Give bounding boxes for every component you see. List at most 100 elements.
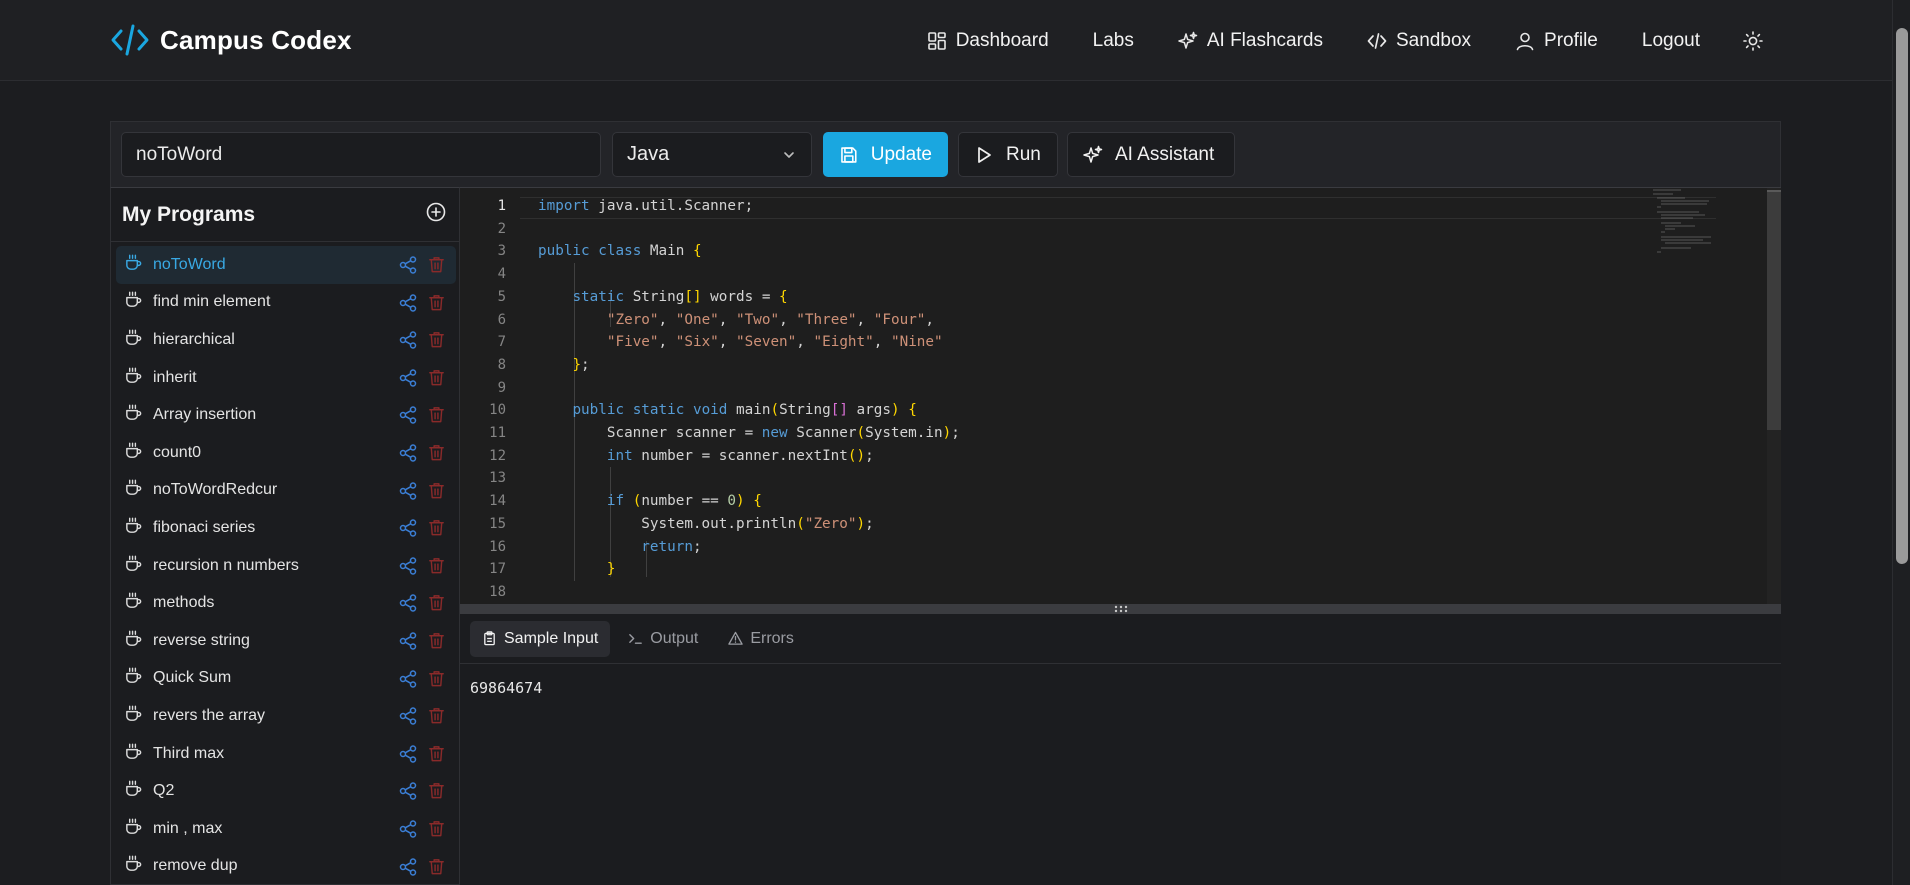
share-icon[interactable] [398, 368, 418, 388]
main-nav: Dashboard Labs AI Flashcards Sandbox Pro… [883, 24, 1764, 58]
share-icon[interactable] [398, 669, 418, 689]
share-icon[interactable] [398, 330, 418, 350]
program-item[interactable]: count0 [116, 434, 456, 472]
dashboard-icon [927, 32, 946, 50]
nav-ai-flashcards[interactable]: AI Flashcards [1178, 24, 1323, 58]
share-icon[interactable] [398, 443, 418, 463]
editor-toolbar: Java Update Run [110, 121, 1781, 187]
update-button[interactable]: Update [823, 132, 948, 177]
trash-icon[interactable] [427, 857, 446, 876]
trash-icon[interactable] [427, 819, 446, 838]
share-icon[interactable] [398, 405, 418, 425]
program-item[interactable]: Array insertion [116, 396, 456, 434]
program-item[interactable]: fibonaci series [116, 509, 456, 547]
program-item[interactable]: revers the array [116, 697, 456, 735]
program-item[interactable]: hierarchical [116, 321, 456, 359]
trash-icon[interactable] [427, 368, 446, 387]
share-icon[interactable] [398, 781, 418, 801]
programs-sidebar: My Programs noToWord find min element hier… [110, 187, 460, 885]
language-select[interactable]: Java [612, 132, 812, 177]
trash-icon[interactable] [427, 481, 446, 500]
nav-logout[interactable]: Logout [1642, 24, 1700, 58]
share-icon[interactable] [398, 481, 418, 501]
trash-icon[interactable] [427, 255, 446, 274]
tab-sample-input[interactable]: Sample Input [470, 620, 611, 657]
program-item[interactable]: inherit [116, 359, 456, 397]
program-item[interactable]: Q2 [116, 772, 456, 810]
run-button[interactable]: Run [958, 132, 1058, 177]
tab-errors[interactable]: Errors [716, 621, 806, 657]
panel-resize-handle[interactable] [460, 604, 1781, 614]
trash-icon[interactable] [427, 518, 446, 537]
code-line: Scanner scanner = new Scanner(System.in)… [538, 425, 960, 441]
share-icon[interactable] [398, 706, 418, 726]
io-tabs: Sample Input Output Errors [460, 614, 1781, 664]
editor-scrollbar-thumb[interactable] [1767, 190, 1781, 430]
share-icon[interactable] [398, 744, 418, 764]
trash-icon[interactable] [427, 706, 446, 725]
nav-dashboard[interactable]: Dashboard [927, 24, 1049, 58]
share-icon[interactable] [398, 819, 418, 839]
trash-icon[interactable] [427, 631, 446, 650]
program-item[interactable]: Third max [116, 735, 456, 773]
trash-icon[interactable] [427, 293, 446, 312]
coffee-cup-icon [124, 403, 143, 427]
nav-sandbox[interactable]: Sandbox [1367, 24, 1471, 58]
nav-labs[interactable]: Labs [1093, 24, 1134, 58]
program-item[interactable]: noToWordRedcur [116, 472, 456, 510]
program-item-label: Q2 [153, 782, 175, 800]
trash-icon[interactable] [427, 593, 446, 612]
sample-input-text[interactable]: 69864674 [470, 679, 542, 697]
trash-icon[interactable] [427, 330, 446, 349]
line-number-gutter: 1 2 3 4 5 6 7 8 9 10 11 12 13 14 15 16 17 18 [460, 188, 520, 604]
nav-profile[interactable]: Profile [1515, 24, 1598, 58]
share-icon[interactable] [398, 293, 418, 313]
sidebar-title: My Programs [122, 202, 256, 226]
trash-icon[interactable] [427, 781, 446, 800]
program-item[interactable]: find min element [116, 284, 456, 322]
share-icon[interactable] [398, 518, 418, 538]
program-item[interactable]: methods [116, 584, 456, 622]
line-number: 1 [497, 198, 506, 214]
nav-profile-label: Profile [1544, 30, 1598, 51]
coffee-cup-icon [124, 290, 143, 314]
nav-labs-label: Labs [1092, 30, 1134, 51]
code-line: import java.util.Scanner; [538, 198, 754, 214]
line-number: 9 [497, 379, 506, 396]
trash-icon[interactable] [427, 443, 446, 462]
page-scrollbar-thumb[interactable] [1896, 28, 1908, 564]
program-item[interactable]: noToWord [116, 246, 456, 284]
program-item-label: noToWord [153, 255, 226, 273]
trash-icon[interactable] [427, 556, 446, 575]
program-item[interactable]: remove dup [116, 848, 456, 885]
trash-icon[interactable] [427, 669, 446, 688]
line-number: 7 [497, 334, 506, 351]
share-icon[interactable] [398, 631, 418, 651]
share-icon[interactable] [398, 857, 418, 877]
editor-scrollbar[interactable] [1767, 188, 1781, 604]
share-icon[interactable] [398, 255, 418, 275]
program-item[interactable]: reverse string [116, 622, 456, 660]
trash-icon[interactable] [427, 405, 446, 424]
program-name-input[interactable] [121, 132, 601, 177]
trash-icon[interactable] [427, 744, 446, 763]
share-icon[interactable] [398, 593, 418, 613]
coffee-cup-icon [124, 591, 143, 615]
ai-assistant-button[interactable]: AI Assistant [1067, 132, 1235, 177]
line-number: 17 [489, 561, 506, 578]
program-item[interactable]: recursion n numbers [116, 547, 456, 585]
program-item-label: remove dup [153, 857, 238, 875]
page-scrollbar[interactable] [1892, 0, 1910, 885]
program-item[interactable]: Quick Sum [116, 660, 456, 698]
add-program-button[interactable] [425, 201, 447, 228]
tab-output[interactable]: Output [616, 621, 710, 657]
theme-toggle-button[interactable] [1742, 30, 1764, 52]
coffee-cup-icon [124, 666, 143, 690]
tab-output-label: Output [650, 629, 699, 647]
share-icon[interactable] [398, 556, 418, 576]
brand[interactable]: Campus Codex [110, 22, 352, 58]
code-line: public static void main(String[] args) { [572, 402, 917, 419]
nav-dashboard-label: Dashboard [955, 30, 1049, 51]
code-editor[interactable]: 1 2 3 4 5 6 7 8 9 10 11 12 13 14 15 16 17 18 import java.… [460, 187, 1781, 604]
program-item[interactable]: min , max [116, 810, 456, 848]
